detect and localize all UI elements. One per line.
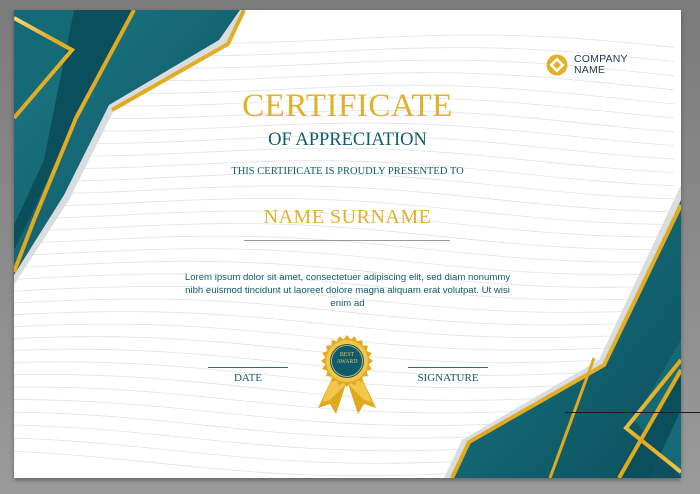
award-badge-icon	[318, 335, 376, 414]
company-name: COMPANY NAME	[574, 54, 628, 76]
signature-label: SIGNATURE	[417, 372, 479, 384]
badge-text-line1: BEST	[339, 352, 355, 358]
recipient-name: NAME SURNAME	[263, 206, 432, 228]
date-label: DATE	[233, 372, 263, 384]
certificate-subtitle: OF APPRECIATION	[268, 130, 427, 150]
company-name-line2: NAME	[574, 64, 606, 76]
certificate-canvas: COMPANY NAME CERTIFICATE OF APPRECIATION…	[14, 10, 681, 478]
diamond-logo-icon	[546, 54, 568, 76]
company-logo-block: COMPANY NAME	[546, 54, 628, 76]
date-line	[208, 367, 288, 368]
stray-line	[565, 412, 700, 413]
presented-to-text: THIS CERTIFICATE IS PROUDLY PRESENTED TO	[231, 166, 464, 177]
badge-text-line2: AWARD	[336, 359, 358, 365]
name-underline	[244, 240, 450, 241]
certificate-title: CERTIFICATE	[242, 88, 453, 124]
certificate-body-text: Lorem ipsum dolor sit amet, consectetuer…	[184, 272, 511, 309]
signature-line	[408, 367, 488, 368]
badge-text: BEST AWARD	[310, 352, 384, 366]
